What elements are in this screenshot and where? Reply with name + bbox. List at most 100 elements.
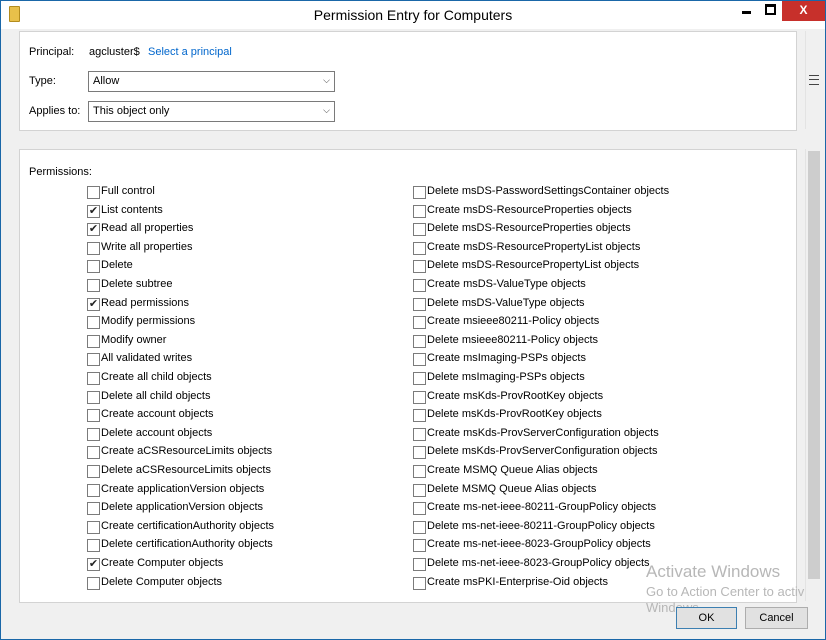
permission-label: Create MSMQ Queue Alias objects bbox=[427, 464, 598, 476]
permission-label: Create msieee80211-Policy objects bbox=[427, 315, 600, 328]
permission-checkbox[interactable] bbox=[413, 372, 426, 385]
permission-checkbox[interactable] bbox=[87, 241, 100, 255]
permission-checkbox[interactable] bbox=[413, 260, 426, 274]
permission-label: Create ms-net-ieee-8023-GroupPolicy obje… bbox=[427, 538, 651, 551]
permission-checkbox[interactable] bbox=[87, 372, 100, 385]
watermark-line2: Go to Action Center to activ bbox=[646, 584, 805, 599]
permission-checkbox[interactable] bbox=[413, 483, 426, 497]
permission-checkbox[interactable] bbox=[87, 316, 100, 330]
permission-checkbox[interactable] bbox=[87, 446, 100, 460]
permission-checkbox[interactable]: ✔ bbox=[87, 223, 100, 237]
permission-checkbox[interactable] bbox=[413, 279, 426, 292]
permission-checkbox[interactable] bbox=[413, 465, 426, 478]
permission-label: Delete msDS-PasswordSettingsContainer ob… bbox=[427, 185, 670, 197]
permission-checkbox[interactable] bbox=[413, 353, 426, 367]
maximize-button[interactable] bbox=[758, 1, 782, 21]
permission-checkbox[interactable]: ✔ bbox=[87, 204, 100, 218]
permissions-label: Permissions: bbox=[29, 166, 92, 178]
permission-checkbox[interactable] bbox=[87, 353, 100, 367]
permission-entry-dialog: Permission Entry for Computers X Princip… bbox=[0, 0, 826, 640]
permission-label: Delete certificationAuthority objects bbox=[101, 538, 273, 551]
close-icon: X bbox=[799, 3, 808, 17]
permission-checkbox[interactable] bbox=[413, 241, 426, 255]
permission-label: Delete all child objects bbox=[101, 389, 211, 402]
permission-label: Delete msDS-ValueType objects bbox=[427, 296, 585, 309]
permission-checkbox[interactable] bbox=[413, 204, 426, 218]
permission-label: Delete aCSResourceLimits objects bbox=[101, 464, 271, 476]
scrollbar-thumb[interactable] bbox=[808, 151, 820, 579]
permission-checkbox[interactable] bbox=[87, 409, 100, 423]
permission-label: Delete MSMQ Queue Alias objects bbox=[427, 482, 597, 495]
permission-label: Create aCSResourceLimits objects bbox=[101, 445, 273, 458]
permission-checkbox[interactable] bbox=[413, 427, 426, 441]
permission-label: Read permissions bbox=[101, 296, 190, 309]
permission-checkbox[interactable]: ✔ bbox=[87, 297, 100, 311]
permission-checkbox[interactable] bbox=[87, 465, 100, 478]
permission-label: Create certificationAuthority objects bbox=[101, 519, 275, 532]
permission-label: Delete Computer objects bbox=[101, 575, 223, 588]
title-bar: Permission Entry for Computers X bbox=[1, 1, 825, 29]
permission-checkbox[interactable] bbox=[87, 334, 100, 348]
principal-label: Principal: bbox=[29, 46, 75, 58]
principal-value: agcluster$ bbox=[89, 46, 140, 58]
permission-checkbox[interactable] bbox=[87, 390, 100, 404]
permission-label: Delete msDS-ResourceProperties objects bbox=[427, 222, 631, 235]
permission-label: Delete bbox=[101, 259, 133, 272]
permission-checkbox[interactable] bbox=[413, 297, 426, 311]
permission-checkbox[interactable] bbox=[413, 558, 426, 571]
minimize-button[interactable] bbox=[734, 1, 758, 21]
permission-label: Delete msImaging-PSPs objects bbox=[427, 371, 585, 383]
permission-checkbox[interactable] bbox=[413, 576, 426, 590]
permission-checkbox[interactable] bbox=[413, 446, 426, 460]
permission-checkbox[interactable] bbox=[87, 576, 100, 590]
permission-checkbox[interactable] bbox=[87, 502, 100, 516]
permission-checkbox[interactable] bbox=[87, 279, 100, 292]
permission-checkbox[interactable] bbox=[413, 409, 426, 423]
permission-checkbox[interactable] bbox=[413, 520, 426, 534]
applies-to-label: Applies to: bbox=[29, 105, 81, 117]
permission-label: Create msDS-ResourceProperties objects bbox=[427, 203, 632, 216]
permission-checkbox[interactable] bbox=[87, 186, 100, 199]
permission-checkbox[interactable] bbox=[413, 390, 426, 404]
type-select[interactable]: Allow ⌵ bbox=[88, 71, 335, 92]
permission-checkbox[interactable] bbox=[413, 539, 426, 553]
top-scrollbar[interactable] bbox=[805, 31, 822, 129]
permission-checkbox[interactable] bbox=[87, 520, 100, 534]
chevron-down-icon: ⌵ bbox=[323, 105, 330, 115]
permission-label: Write all properties bbox=[101, 240, 193, 253]
close-button[interactable]: X bbox=[782, 1, 825, 21]
maximize-icon bbox=[764, 4, 776, 15]
applies-to-select-value: This object only bbox=[93, 105, 170, 117]
permission-label: Create Computer objects bbox=[101, 557, 224, 569]
principal-panel: Principal: agcluster$ Select a principal… bbox=[19, 31, 797, 131]
permission-label: Create msKds-ProvRootKey objects bbox=[427, 389, 604, 402]
permission-label: Create msDS-ResourcePropertyList objects bbox=[427, 240, 641, 253]
permission-checkbox[interactable] bbox=[87, 427, 100, 441]
permissions-panel: Permissions: Full control ✔ List contents ✔… bbox=[19, 149, 797, 603]
permission-checkbox[interactable] bbox=[413, 502, 426, 516]
permissions-scrollbar[interactable] bbox=[805, 149, 822, 601]
permission-checkbox[interactable] bbox=[413, 186, 426, 199]
permission-label: Create applicationVersion objects bbox=[101, 482, 265, 495]
select-principal-link[interactable]: Select a principal bbox=[148, 46, 232, 58]
permission-checkbox[interactable] bbox=[87, 260, 100, 274]
permission-label: List contents bbox=[101, 203, 163, 216]
type-select-value: Allow bbox=[93, 75, 120, 87]
grip-icon bbox=[809, 75, 819, 85]
permission-label: Delete msDS-ResourcePropertyList objects bbox=[427, 259, 640, 272]
permission-checkbox[interactable]: ✔ bbox=[87, 558, 100, 571]
permission-label: Create ms-net-ieee-80211-GroupPolicy obj… bbox=[427, 501, 657, 514]
permission-checkbox[interactable] bbox=[87, 539, 100, 553]
permission-checkbox[interactable] bbox=[413, 223, 426, 237]
watermark-line1: Activate Windows bbox=[646, 562, 781, 581]
permission-label: Create msImaging-PSPs objects bbox=[427, 352, 586, 365]
permission-checkbox[interactable] bbox=[413, 316, 426, 330]
permission-checkbox[interactable] bbox=[87, 483, 100, 497]
applies-to-select[interactable]: This object only ⌵ bbox=[88, 101, 335, 122]
permission-checkbox[interactable] bbox=[413, 334, 426, 348]
ok-button[interactable]: OK bbox=[676, 607, 737, 629]
permission-label: Create all child objects bbox=[101, 371, 212, 383]
permission-label: Delete ms-net-ieee-80211-GroupPolicy obj… bbox=[427, 519, 655, 532]
cancel-button[interactable]: Cancel bbox=[745, 607, 808, 629]
permission-label: Read all properties bbox=[101, 222, 194, 235]
